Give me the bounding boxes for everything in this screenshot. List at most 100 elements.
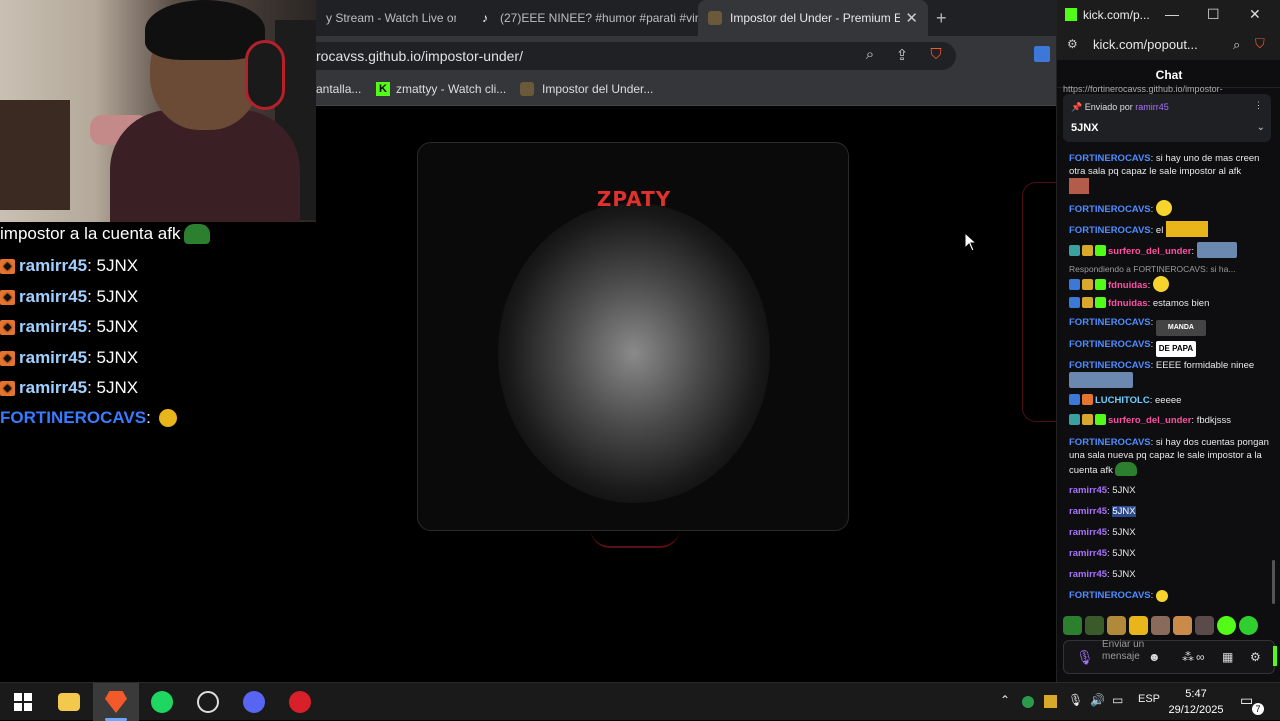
overlay-chat-message: FORTINEROCAVS : bbox=[0, 408, 177, 428]
overlay-username: FORTINEROCAVS bbox=[0, 408, 147, 427]
language-indicator[interactable]: ESP bbox=[1138, 693, 1160, 705]
chat-message: FORTINEROCAVS: bbox=[1069, 200, 1269, 216]
zoom-icon[interactable]: ⌕ bbox=[1233, 37, 1240, 53]
game-card[interactable]: ZPATY bbox=[417, 142, 849, 531]
chat-username[interactable]: ramirr45 bbox=[1069, 569, 1107, 580]
chat-username[interactable]: FORTINEROCAVS bbox=[1069, 437, 1151, 448]
maximize-icon[interactable]: ☐ bbox=[1207, 6, 1220, 23]
chat-username[interactable]: FORTINEROCAVS bbox=[1069, 225, 1151, 236]
taskbar: ⌃ 🎙 🔊 ▭ ESP 5:47 29/12/2025 ▭ 7 bbox=[0, 682, 1280, 721]
obs-icon[interactable] bbox=[197, 691, 219, 713]
chat-username[interactable]: fdnuidas bbox=[1108, 298, 1148, 309]
zoom-icon[interactable]: ⌕ bbox=[860, 46, 880, 66]
gear-icon[interactable]: ⚙ bbox=[1250, 650, 1261, 664]
chat-username[interactable]: FORTINEROCAVS bbox=[1069, 204, 1151, 215]
badge-icon: ◆ bbox=[0, 289, 15, 305]
emote-icon bbox=[1165, 221, 1208, 237]
share-icon[interactable]: ⇪ bbox=[892, 46, 912, 66]
store-icon[interactable]: ▦ bbox=[1222, 650, 1233, 664]
spotify-icon[interactable] bbox=[151, 691, 173, 713]
chat-message: surfero_del_under: fbdkjsss bbox=[1069, 414, 1269, 427]
overlay-message-text: : 5JNX bbox=[87, 317, 139, 336]
brave-shield-icon[interactable]: ⛉ bbox=[926, 46, 946, 66]
file-explorer-icon[interactable] bbox=[58, 693, 80, 711]
chat-username[interactable]: FORTINEROCAVS bbox=[1069, 339, 1151, 350]
chat-text-highlighted: 5JNX bbox=[1112, 506, 1136, 517]
users-icon[interactable]: ⁂ bbox=[1182, 650, 1194, 664]
windows-start-icon[interactable] bbox=[12, 691, 34, 713]
network-icon[interactable]: ▭ bbox=[1112, 693, 1123, 707]
bookmark-item[interactable]: Impostor del Under... bbox=[520, 82, 653, 96]
chat-username[interactable]: ramirr45 bbox=[1069, 506, 1107, 517]
chevron-down-icon[interactable]: ⌄ bbox=[1257, 122, 1265, 133]
link-icon[interactable]: ∞ bbox=[1196, 650, 1205, 664]
chat-text: : bbox=[1150, 590, 1154, 601]
emote-icon: MANDA bbox=[1155, 320, 1206, 336]
badge-icon bbox=[1069, 245, 1080, 256]
translate-icon[interactable] bbox=[1034, 46, 1050, 62]
address-bar[interactable]: rocavss.github.io/impostor-under/ ⌕ ⇪ ⛉ bbox=[316, 42, 956, 70]
chat-username[interactable]: ramirr45 bbox=[1069, 485, 1107, 496]
site-settings-icon[interactable]: ⚙ bbox=[1067, 37, 1078, 51]
tray-app-icon[interactable] bbox=[1044, 695, 1057, 708]
pin-icon[interactable]: ⋮ bbox=[1254, 100, 1263, 111]
overlay-chat-message: ◆ ramirr45 : 5JNX bbox=[0, 317, 138, 337]
minimize-icon[interactable]: — bbox=[1165, 6, 1179, 22]
chat-username[interactable]: ramirr45 bbox=[1069, 527, 1107, 538]
kick-url-bar[interactable]: ⚙ kick.com/popout... ⌕ ⛉ bbox=[1057, 30, 1280, 60]
clock[interactable]: 5:47 29/12/2025 bbox=[1168, 686, 1224, 718]
browser-tab-bar: y Stream - Watch Live on K ♪ (27)EEE NIN… bbox=[316, 0, 1056, 36]
volume-icon[interactable]: 🔊 bbox=[1090, 693, 1105, 707]
chat-header-title: Chat bbox=[1155, 68, 1183, 82]
emote-icon[interactable] bbox=[1107, 616, 1126, 635]
chat-username[interactable]: LUCHITOLC bbox=[1095, 395, 1150, 406]
emote-icon[interactable] bbox=[1063, 616, 1082, 635]
emoji-picker-icon[interactable]: ☻ bbox=[1148, 650, 1161, 664]
overlay-username: ramirr45 bbox=[19, 378, 88, 397]
frog-emote-icon bbox=[184, 224, 211, 244]
bookmark-item[interactable]: antalla... bbox=[316, 82, 361, 96]
badge-icon: ◆ bbox=[0, 258, 15, 274]
chat-text: : eeeee bbox=[1149, 395, 1182, 406]
brave-shield-icon[interactable]: ⛉ bbox=[1255, 36, 1265, 52]
chat-scrollbar[interactable] bbox=[1272, 560, 1275, 604]
emote-icon[interactable] bbox=[1239, 616, 1258, 635]
microphone-icon[interactable]: 🎙 bbox=[1076, 649, 1094, 666]
emote-icon[interactable] bbox=[1217, 616, 1236, 635]
tab-tiktok[interactable]: ♪ (27)EEE NINEE? #humor #parati #vira bbox=[468, 0, 698, 36]
chat-text: : bbox=[1150, 339, 1154, 350]
chat-input[interactable]: 🎙 Enviar un mensaje ☻ ⁂ ∞ ▦ ⚙ bbox=[1063, 639, 1275, 674]
shelf bbox=[0, 100, 70, 210]
close-window-icon[interactable]: ✕ bbox=[1249, 6, 1261, 23]
chat-username[interactable]: surfero_del_under bbox=[1108, 415, 1191, 426]
emote-icon[interactable] bbox=[1129, 616, 1148, 635]
kick-chat-window: kick.com/p... — ☐ ✕ ⚙ kick.com/popout...… bbox=[1056, 0, 1280, 682]
tab-kick-stream[interactable]: y Stream - Watch Live on K bbox=[316, 0, 456, 36]
emote-icon[interactable] bbox=[1151, 616, 1170, 635]
chat-username[interactable]: FORTINEROCAVS bbox=[1069, 317, 1151, 328]
chat-username[interactable]: ramirr45 bbox=[1069, 548, 1107, 559]
microphone-tray-icon[interactable]: 🎙 bbox=[1068, 693, 1083, 707]
discord-icon[interactable] bbox=[243, 691, 265, 713]
bookmarks-bar: antalla... K zmattyy - Watch cli... Impo… bbox=[316, 76, 1056, 106]
chevron-up-icon[interactable]: ⌃ bbox=[1000, 693, 1010, 707]
app-red-icon[interactable] bbox=[289, 691, 311, 713]
emote-icon[interactable] bbox=[1085, 616, 1104, 635]
overlay-chat-message: ◆ ramirr45 : 5JNX bbox=[0, 256, 138, 276]
pinned-message[interactable]: https://fortinerocavss.github.io/imposto… bbox=[1063, 84, 1271, 142]
chat-username[interactable]: FORTINEROCAVS bbox=[1069, 153, 1151, 164]
chat-username[interactable]: fdnuidas bbox=[1108, 280, 1148, 291]
chat-username[interactable]: surfero_del_under bbox=[1108, 246, 1191, 257]
chat-username[interactable]: FORTINEROCAVS bbox=[1069, 590, 1151, 601]
bookmark-item[interactable]: K zmattyy - Watch cli... bbox=[376, 82, 506, 96]
close-tab-icon[interactable]: ✕ bbox=[905, 9, 918, 27]
side-panel-partial bbox=[1022, 182, 1056, 422]
tab-impostor-under[interactable]: Impostor del Under - Premium E ✕ bbox=[698, 0, 928, 36]
chat-username[interactable]: FORTINEROCAVS bbox=[1069, 360, 1151, 371]
game-title: ZPATY bbox=[596, 187, 672, 211]
emote-icon[interactable] bbox=[1173, 616, 1192, 635]
new-tab-button[interactable]: + bbox=[936, 8, 947, 29]
emote-icon bbox=[1069, 372, 1133, 388]
emote-icon[interactable] bbox=[1195, 616, 1214, 635]
tray-app-icon[interactable] bbox=[1022, 696, 1034, 708]
